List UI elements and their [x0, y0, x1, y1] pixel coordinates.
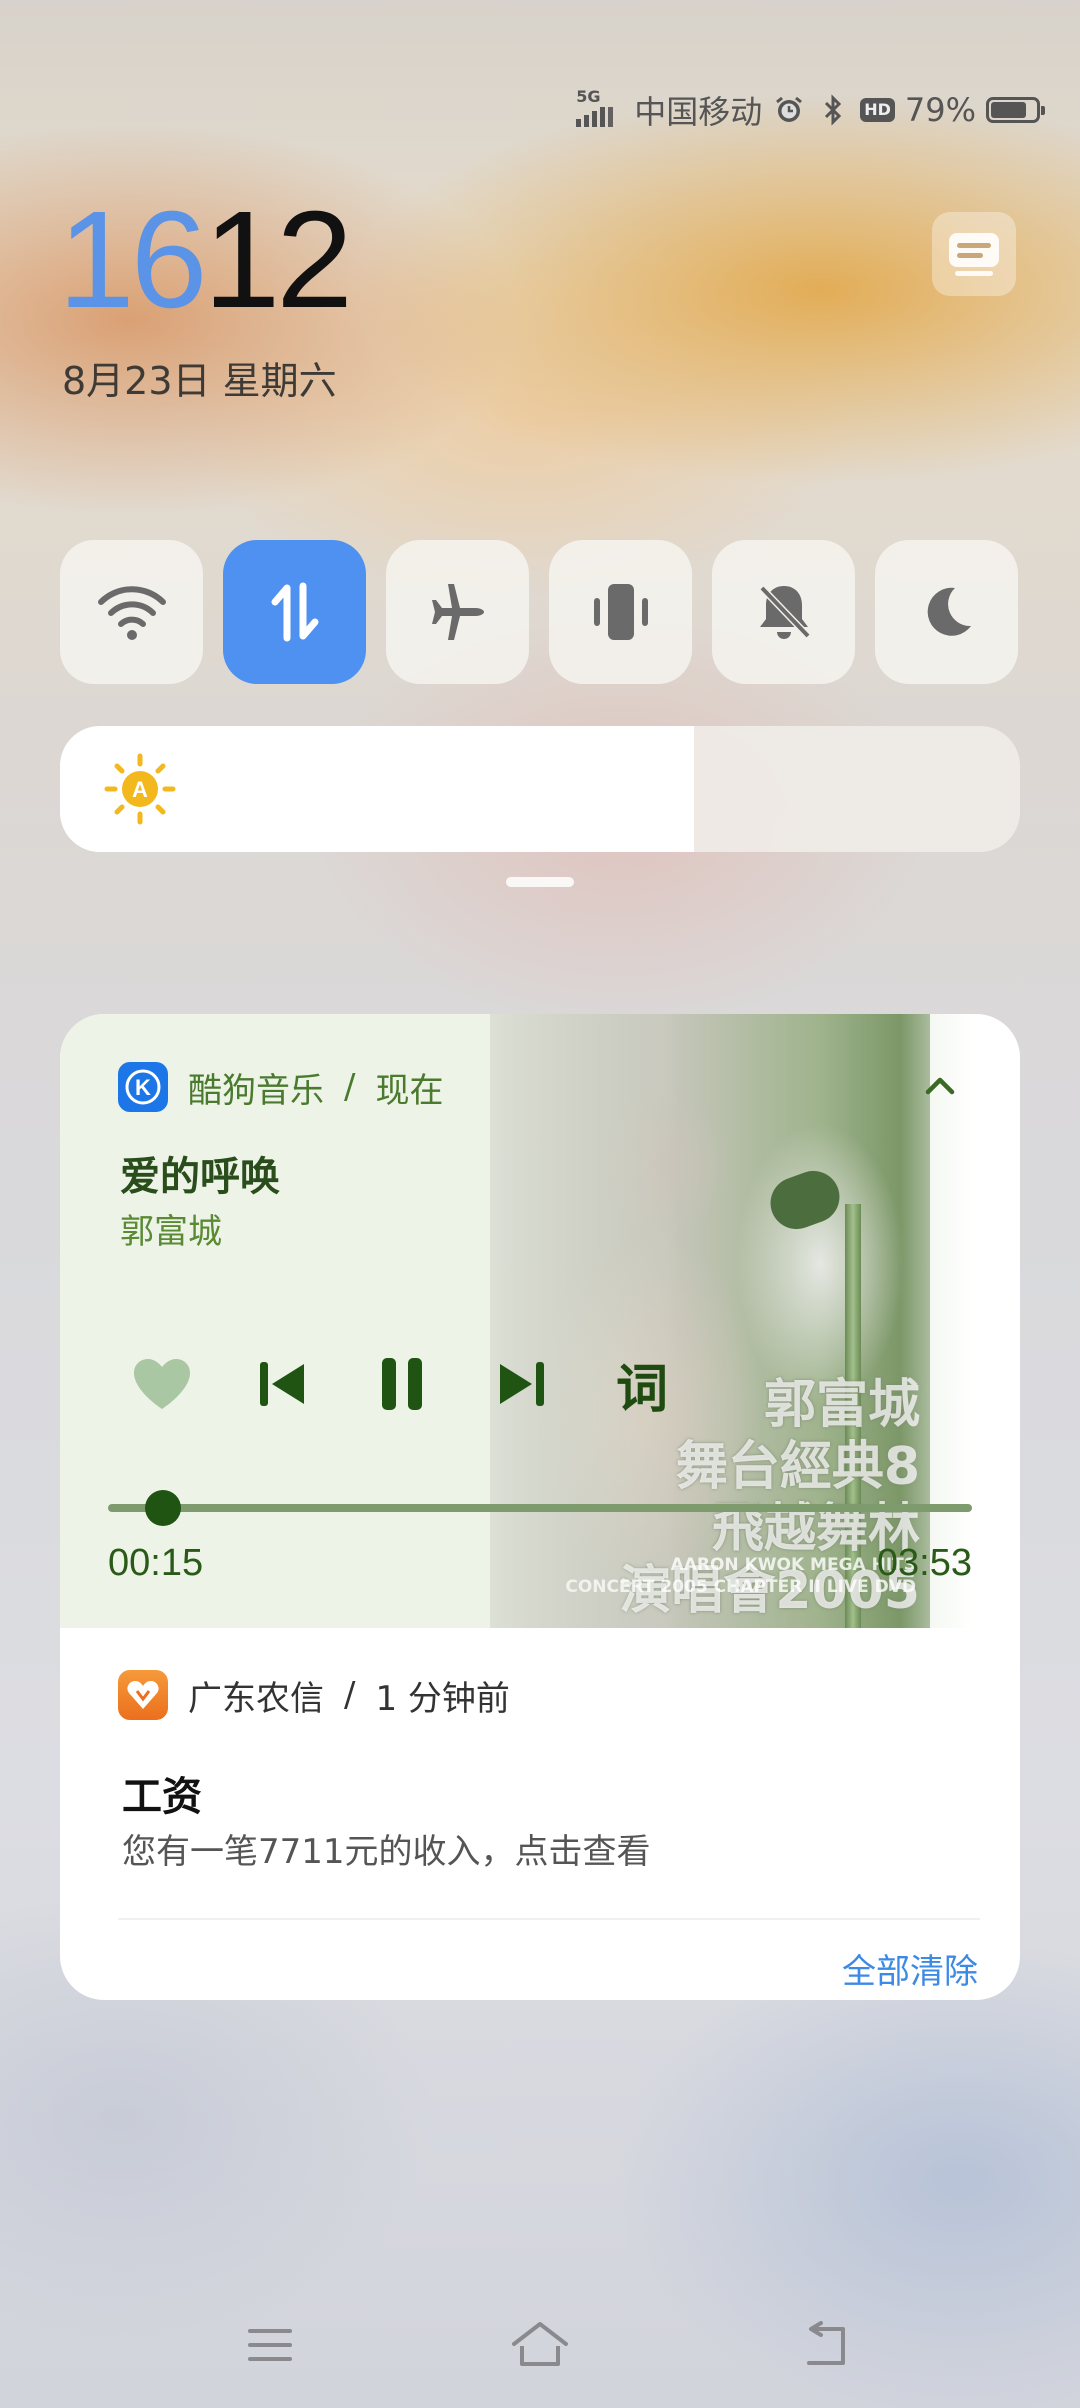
notification-title: 工资: [122, 1774, 202, 1820]
moon-icon: [927, 587, 971, 636]
auto-brightness-icon: A: [104, 753, 176, 825]
progress-knob[interactable]: [145, 1490, 182, 1526]
clock-hour: 16: [58, 183, 207, 337]
back-icon: [807, 2321, 845, 2365]
next-button[interactable]: [482, 1344, 562, 1424]
brightness-slider[interactable]: A: [60, 726, 1020, 852]
airplane-toggle[interactable]: [386, 540, 529, 684]
bank-app-header: 广东农信 / 1 分钟前: [118, 1670, 510, 1720]
divider: [118, 1918, 980, 1920]
bluetooth-icon: [816, 93, 850, 127]
current-time: 00:15: [108, 1542, 204, 1584]
wifi-toggle[interactable]: [60, 540, 203, 684]
song-title: 爱的呼唤: [120, 1154, 280, 1200]
music-app-header: K 酷狗音乐 / 现在: [118, 1062, 443, 1112]
home-icon: [512, 2322, 568, 2366]
alarm-icon: [772, 93, 806, 127]
bank-app-icon: [118, 1670, 168, 1720]
clear-all-button[interactable]: 全部清除: [842, 1944, 978, 1993]
previous-button[interactable]: [242, 1344, 322, 1424]
carrier-name: 中国移动: [634, 93, 763, 131]
heart-icon: [134, 1359, 190, 1409]
menu-icon: [248, 2329, 292, 2361]
edit-tiles-icon: [949, 233, 999, 276]
total-time: 03:53: [876, 1542, 972, 1584]
music-app-name: 酷狗音乐: [188, 1070, 324, 1111]
kugou-app-icon: K: [118, 1062, 168, 1112]
mobile-data-toggle[interactable]: [223, 540, 366, 684]
quick-toggles: [60, 540, 1020, 684]
clock[interactable]: 1612: [58, 190, 353, 330]
home-button[interactable]: [505, 2310, 575, 2380]
hd-voice-icon: HD: [860, 98, 895, 122]
panel-drag-handle[interactable]: [506, 877, 574, 887]
airplane-icon: [431, 584, 484, 640]
auto-brightness-label: A: [132, 777, 148, 802]
cover-fade: [420, 1014, 680, 1628]
notification-body: 您有一笔7711元的收入，点击查看: [122, 1832, 651, 1872]
navigation-bar: [0, 2310, 1080, 2380]
menu-button[interactable]: [235, 2310, 305, 2380]
kugou-app-icon-letter: K: [135, 1075, 151, 1100]
bank-time: 1 分钟前: [375, 1678, 510, 1719]
bell-off-icon: [758, 585, 811, 639]
pause-button[interactable]: [362, 1344, 442, 1424]
mute-toggle[interactable]: [712, 540, 855, 684]
pause-icon: [382, 1358, 422, 1410]
skip-previous-icon: [260, 1362, 304, 1406]
skip-next-icon: [500, 1362, 544, 1406]
vibrate-icon: [593, 584, 648, 640]
battery-level: [991, 102, 1026, 118]
bank-app-name: 广东农信: [188, 1678, 324, 1719]
status-bar: 5G 中国移动 HD 79%: [576, 87, 1045, 132]
cover-fade-right: [900, 1014, 1020, 1628]
battery-icon: [986, 97, 1045, 123]
notification-card: 郭富城 舞台經典8 飛越舞林 演唱會2005 AARON KWOK MEGA H…: [60, 1014, 1020, 2000]
music-time: 现在: [375, 1070, 444, 1111]
mobile-data-icon: [271, 582, 318, 642]
playback-progress[interactable]: [108, 1490, 972, 1526]
bank-notification[interactable]: 广东农信 / 1 分钟前 工资 您有一笔7711元的收入，点击查看 全部清除: [60, 1628, 1020, 2000]
edit-tiles-button[interactable]: [932, 212, 1016, 296]
music-player[interactable]: 郭富城 舞台經典8 飛越舞林 演唱會2005 AARON KWOK MEGA H…: [60, 1014, 1020, 1628]
signal-icon: 5G: [576, 87, 624, 127]
clock-minute: 12: [203, 183, 353, 337]
song-artist: 郭富城: [120, 1212, 222, 1252]
music-separator: /: [344, 1067, 356, 1107]
battery-percent: 79%: [904, 91, 976, 129]
wifi-icon: [97, 586, 166, 640]
back-button[interactable]: [790, 2310, 860, 2380]
vibrate-toggle[interactable]: [549, 540, 692, 684]
dark-mode-toggle[interactable]: [875, 540, 1018, 684]
cover-mic: [763, 1163, 847, 1237]
lyrics-button[interactable]: 词: [602, 1344, 682, 1424]
network-type: 5G: [576, 87, 601, 106]
favorite-button[interactable]: [122, 1344, 202, 1424]
bank-separator: /: [344, 1675, 356, 1715]
date[interactable]: 8月23日 星期六: [62, 350, 337, 405]
chevron-up-icon[interactable]: [920, 1066, 960, 1106]
